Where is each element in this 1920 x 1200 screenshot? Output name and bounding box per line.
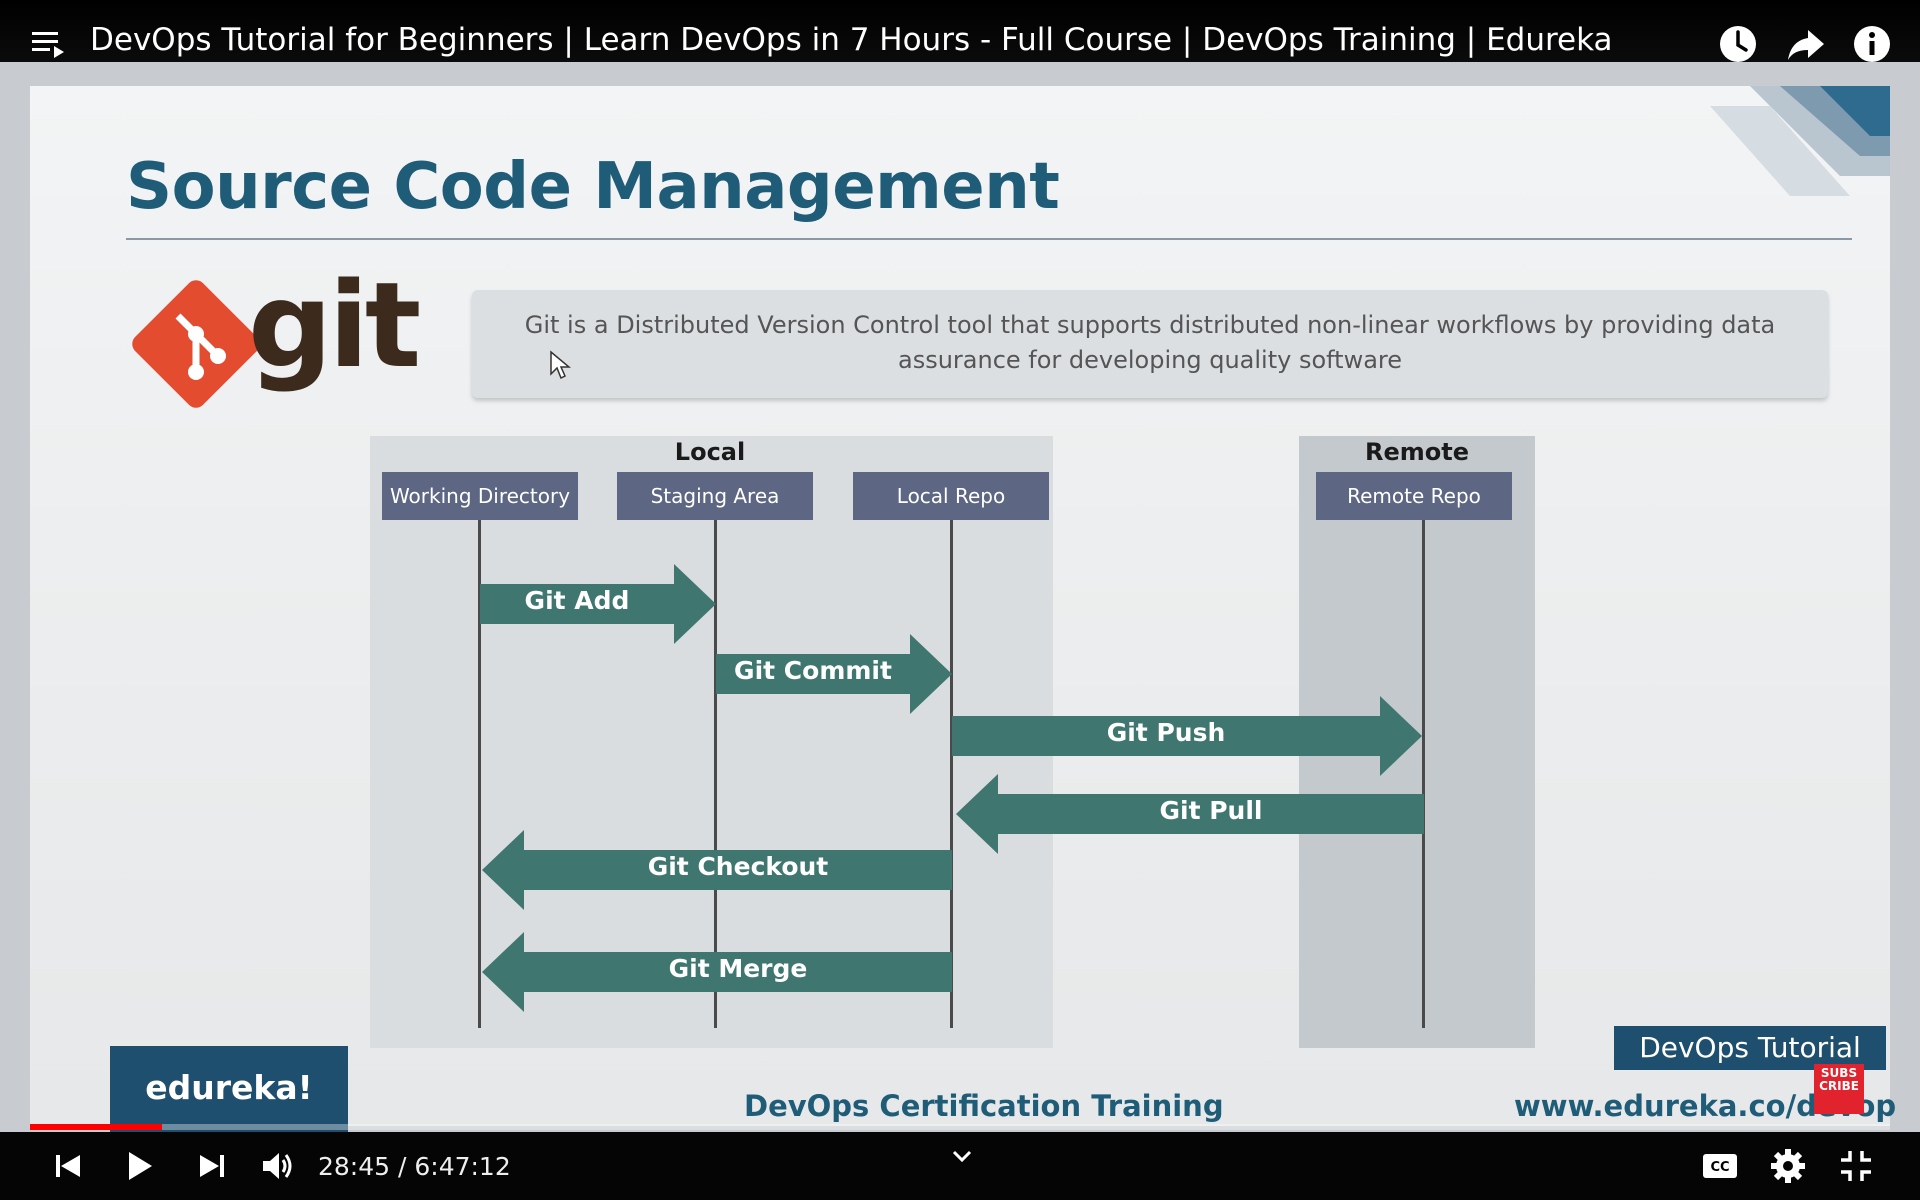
info-icon[interactable] (1850, 22, 1894, 66)
next-icon[interactable] (192, 1146, 232, 1186)
git-commit-label: Git Commit (734, 656, 892, 685)
lane-local-repo: Local Repo (853, 472, 1049, 520)
title-divider (126, 238, 1852, 240)
description-box: Git is a Distributed Version Control too… (472, 290, 1828, 398)
subscribe-badge[interactable]: SUBS CRIBE (1814, 1064, 1864, 1114)
video-title[interactable]: DevOps Tutorial for Beginners | Learn De… (90, 22, 1613, 58)
git-checkout-label: Git Checkout (647, 852, 829, 881)
previous-icon[interactable] (48, 1146, 88, 1186)
lane-remote-repo: Remote Repo (1316, 472, 1512, 520)
git-add-label: Git Add (524, 586, 630, 615)
description-text: Git is a Distributed Version Control too… (472, 308, 1828, 378)
subscribe-text-2: CRIBE (1819, 1079, 1859, 1093)
share-icon[interactable] (1784, 22, 1828, 66)
remote-label: Remote (1364, 438, 1469, 466)
mouse-cursor-icon (550, 350, 571, 380)
description-line: Git is a Distributed Version Control too… (524, 311, 1776, 339)
edureka-logo: edureka! (110, 1046, 348, 1132)
svg-text:CC: CC (1710, 1160, 1729, 1175)
video-frame[interactable]: Source Code Management git Git is a Dist… (0, 62, 1920, 1132)
playlist-icon[interactable] (30, 26, 68, 64)
progress-played (30, 1124, 163, 1130)
footer-course-name: DevOps Certification Training (744, 1089, 1224, 1123)
git-pull-label: Git Pull (1159, 796, 1263, 825)
git-merge-label: Git Merge (668, 954, 808, 983)
player-top-bar: DevOps Tutorial for Beginners | Learn De… (0, 0, 1920, 62)
settings-icon[interactable] (1768, 1146, 1808, 1186)
git-push-label: Git Push (1106, 718, 1226, 747)
watch-later-icon[interactable] (1716, 22, 1760, 66)
slide-title: Source Code Management (126, 150, 1060, 224)
presentation-slide: Source Code Management git Git is a Dist… (30, 86, 1896, 1132)
player-controls: 28:45 / 6:47:12 CC (0, 1132, 1920, 1200)
local-label: Local (674, 438, 746, 466)
lane-staging-area: Staging Area (617, 472, 813, 520)
exit-fullscreen-icon[interactable] (1836, 1146, 1876, 1186)
corner-decoration (1710, 86, 1890, 196)
time-display: 28:45 / 6:47:12 (318, 1152, 511, 1181)
description-line: assurance for developing quality softwar… (897, 346, 1403, 374)
play-icon[interactable] (118, 1146, 158, 1186)
chevron-down-icon[interactable] (942, 1138, 982, 1178)
progress-bar[interactable] (30, 1124, 1890, 1130)
lane-working-directory: Working Directory (382, 472, 578, 520)
git-wordmark: git (248, 256, 421, 394)
captions-icon[interactable]: CC (1700, 1146, 1740, 1186)
edureka-logo-text: edureka! (145, 1068, 313, 1107)
volume-icon[interactable] (258, 1146, 298, 1186)
git-logo-icon (132, 280, 260, 408)
